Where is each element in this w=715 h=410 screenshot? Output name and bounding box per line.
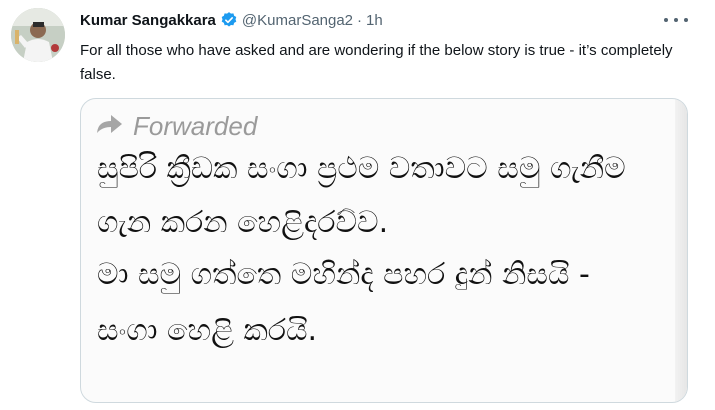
message-line: සංගා හෙළි කරයි. — [97, 313, 318, 348]
media-scrollbar — [675, 99, 687, 402]
verified-badge-icon — [220, 11, 238, 29]
timestamp[interactable]: 1h — [366, 12, 383, 29]
author-name[interactable]: Kumar Sangakkara — [80, 12, 216, 29]
avatar[interactable] — [11, 8, 65, 62]
tweet-media-image[interactable]: Forwarded සුපිරි ක්‍රීඩක සංගා ප්‍රථම වතා… — [80, 98, 688, 403]
tweet-header: Kumar Sangakkara @KumarSanga2 · 1h — [80, 10, 383, 30]
message-line: මා සමු ගත්තෙ මහින්ද පහර දුන් නිසයි - — [97, 257, 590, 292]
forwarded-header: Forwarded — [95, 111, 257, 142]
forward-arrow-icon — [95, 113, 123, 140]
more-options-icon[interactable] — [664, 12, 688, 28]
message-line: සුපිරි ක්‍රීඩක සංගා ප්‍රථම වතාවට සමු ගැන… — [97, 151, 626, 186]
tweet-text: For all those who have asked and are won… — [80, 42, 673, 83]
author-handle[interactable]: @KumarSanga2 — [242, 12, 353, 29]
message-line: ගැන කරන හෙළිදරව්ව. — [97, 205, 389, 240]
tweet[interactable]: Kumar Sangakkara @KumarSanga2 · 1h For a… — [0, 0, 715, 410]
forwarded-label: Forwarded — [133, 111, 258, 141]
separator-dot: · — [357, 11, 363, 29]
